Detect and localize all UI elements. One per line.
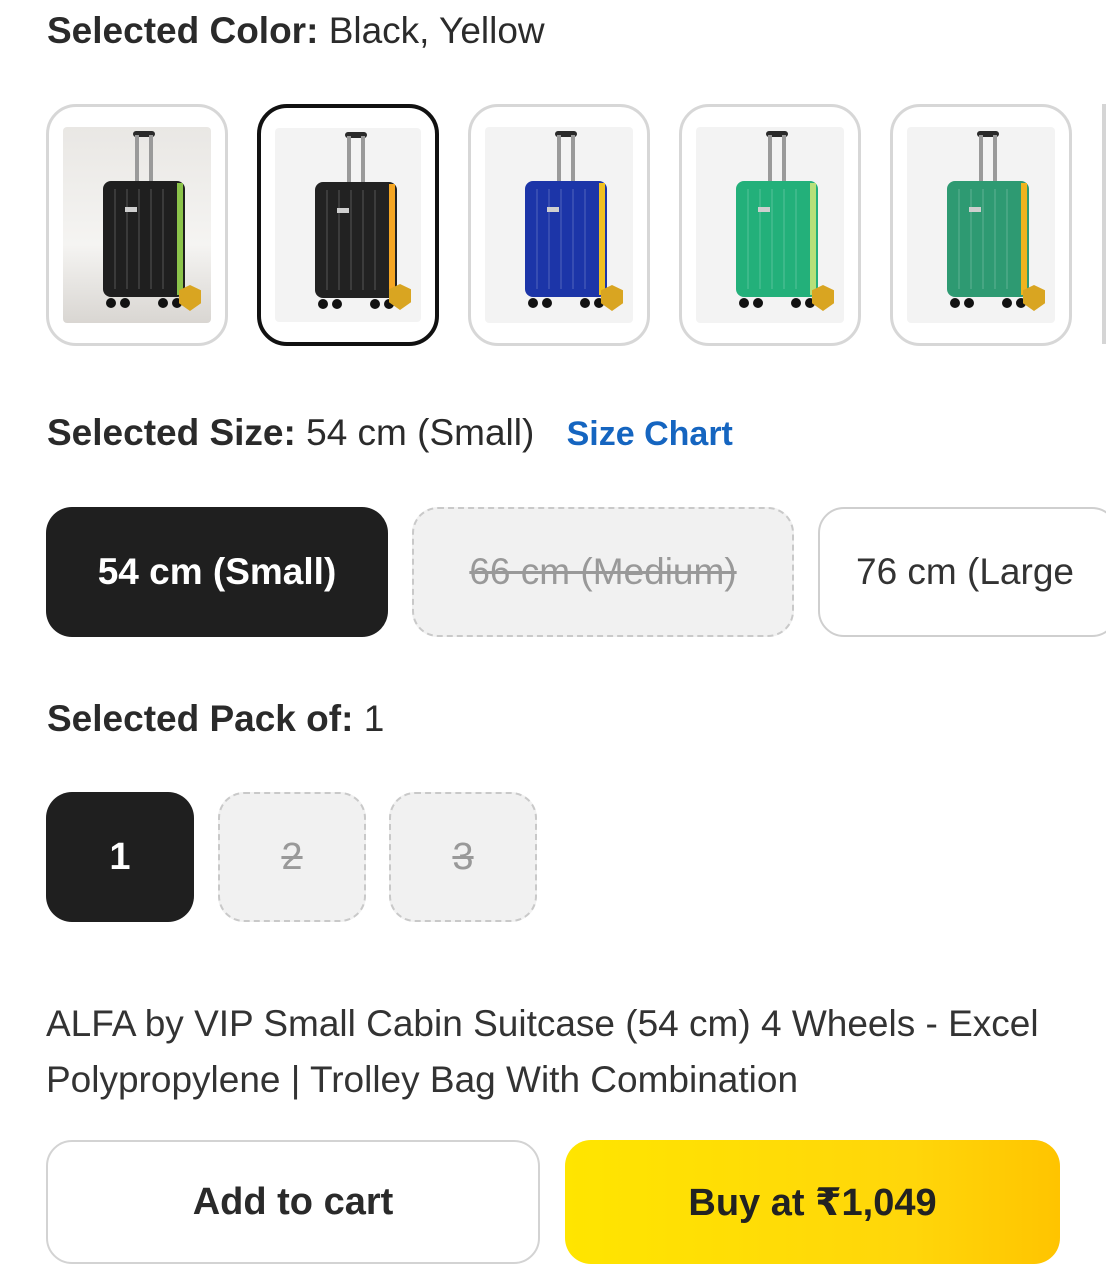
pack-options: 1 2 3 xyxy=(46,792,546,924)
size-option-small[interactable]: 54 cm (Small) xyxy=(46,507,388,637)
next-swatch-edge xyxy=(1102,104,1106,344)
selected-size-label: Selected Size: 54 cm (Small) Size Chart xyxy=(47,412,733,454)
selected-pack-value: 1 xyxy=(363,698,385,739)
color-swatch-teal-yellow[interactable] xyxy=(890,104,1072,346)
selected-pack-label: Selected Pack of: 1 xyxy=(47,698,384,740)
color-swatch-black-green[interactable] xyxy=(46,104,228,346)
size-options: 54 cm (Small) 66 cm (Medium) 76 cm (Larg… xyxy=(46,507,1106,639)
add-to-cart-button[interactable]: Add to cart xyxy=(46,1140,540,1264)
suitcase-photo xyxy=(485,127,633,323)
selected-size-heading: Selected Size: xyxy=(47,412,296,453)
suitcase-photo xyxy=(696,127,844,323)
color-swatch-black-yellow[interactable] xyxy=(257,104,439,346)
suitcase-photo xyxy=(275,128,421,322)
size-chart-link[interactable]: Size Chart xyxy=(567,415,733,453)
selected-color-label: Selected Color: Black, Yellow xyxy=(47,10,545,52)
color-swatch-green[interactable] xyxy=(679,104,861,346)
color-swatch-list xyxy=(46,104,1106,352)
size-option-medium[interactable]: 66 cm (Medium) xyxy=(412,507,794,637)
buy-now-button[interactable]: Buy at ₹1,049 xyxy=(565,1140,1060,1264)
pack-option-3[interactable]: 3 xyxy=(389,792,537,922)
suitcase-photo xyxy=(63,127,211,323)
suitcase-photo xyxy=(907,127,1055,323)
pack-option-1[interactable]: 1 xyxy=(46,792,194,922)
bottom-action-bar: Add to cart Buy at ₹1,049 xyxy=(0,1118,1106,1280)
selected-pack-heading: Selected Pack of: xyxy=(47,698,354,739)
selected-size-value: 54 cm (Small) xyxy=(306,412,535,453)
selected-color-heading: Selected Color: xyxy=(47,10,319,51)
color-swatch-blue-yellow[interactable] xyxy=(468,104,650,346)
product-title: ALFA by VIP Small Cabin Suitcase (54 cm)… xyxy=(46,1003,1039,1100)
pack-option-2[interactable]: 2 xyxy=(218,792,366,922)
size-option-large[interactable]: 76 cm (Large xyxy=(818,507,1106,637)
selected-color-value: Black, Yellow xyxy=(328,10,545,51)
